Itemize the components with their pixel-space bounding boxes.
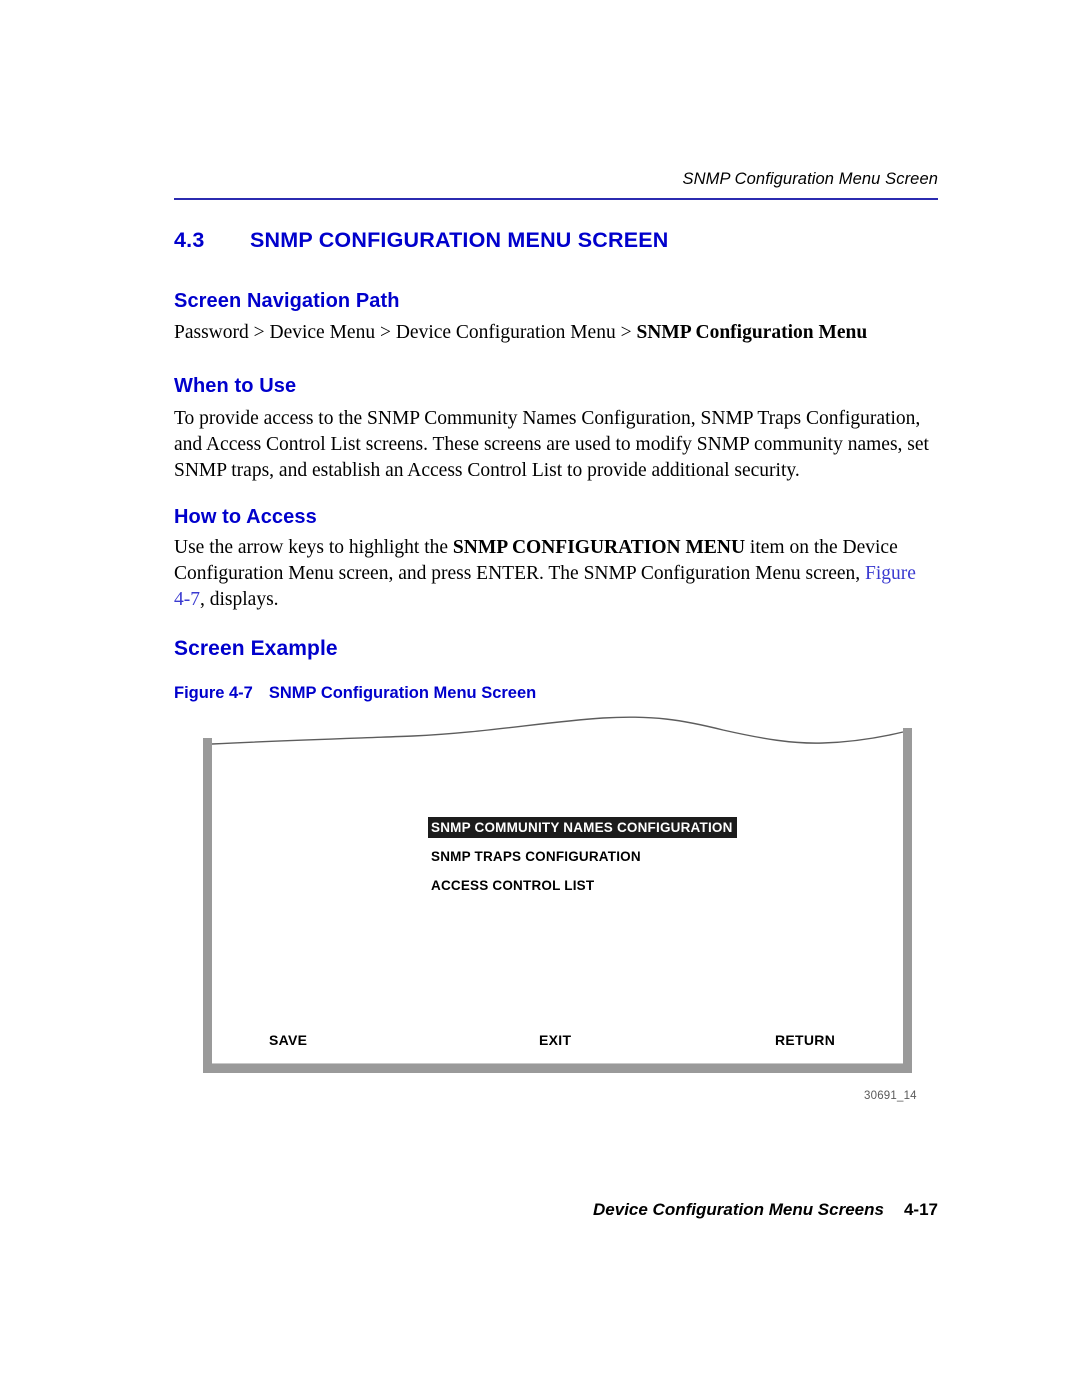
how-to-access-body: Use the arrow keys to highlight the SNMP… xyxy=(174,535,934,613)
terminal-action-row: SAVE EXIT RETURN xyxy=(203,1032,915,1052)
menu-row: SNMP COMMUNITY NAMES CONFIGURATION xyxy=(428,817,737,846)
breadcrumb-current: SNMP Configuration Menu xyxy=(636,322,868,343)
save-button[interactable]: SAVE xyxy=(269,1032,307,1048)
figure-caption: Figure 4-7 SNMP Configuration Menu Screen xyxy=(174,684,536,703)
figure-id-label: 30691_14 xyxy=(864,1090,917,1102)
heading-when-to-use: When to Use xyxy=(174,375,297,397)
document-page: SNMP Configuration Menu Screen 4.3 SNMP C… xyxy=(0,0,1080,1397)
menu-item-access-control-list[interactable]: ACCESS CONTROL LIST xyxy=(428,875,598,896)
breadcrumb-prefix: Password > Device Menu > Device Configur… xyxy=(174,322,637,343)
terminal-screen-content: SNMP COMMUNITY NAMES CONFIGURATION SNMP … xyxy=(203,712,915,1090)
section-number: 4.3 xyxy=(174,228,205,252)
figure-caption-title: SNMP Configuration Menu Screen xyxy=(268,684,537,702)
menu-item-snmp-community-names-configuration[interactable]: SNMP COMMUNITY NAMES CONFIGURATION xyxy=(428,817,737,838)
page-footer: Device Configuration Menu Screens 4-17 xyxy=(174,1200,938,1220)
heading-screen-example: Screen Example xyxy=(174,637,338,660)
footer-title: Device Configuration Menu Screens xyxy=(593,1200,884,1219)
header-rule xyxy=(174,198,938,200)
return-button[interactable]: RETURN xyxy=(775,1032,835,1048)
terminal-menu-list: SNMP COMMUNITY NAMES CONFIGURATION SNMP … xyxy=(428,817,737,904)
menu-row: ACCESS CONTROL LIST xyxy=(428,875,737,904)
page-title: 4.3 SNMP CONFIGURATION MENU SCREEN xyxy=(174,228,669,253)
menu-row: SNMP TRAPS CONFIGURATION xyxy=(428,846,737,875)
figure-caption-number: Figure 4-7 xyxy=(174,684,253,702)
exit-button[interactable]: EXIT xyxy=(539,1032,571,1048)
menu-item-snmp-traps-configuration[interactable]: SNMP TRAPS CONFIGURATION xyxy=(428,846,645,867)
how-to-access-emphasis: SNMP CONFIGURATION MENU xyxy=(452,537,746,558)
heading-how-to-access: How to Access xyxy=(174,506,317,528)
figure-terminal-screen: SNMP COMMUNITY NAMES CONFIGURATION SNMP … xyxy=(203,712,915,1090)
section-title: SNMP CONFIGURATION MENU SCREEN xyxy=(250,228,669,252)
running-head: SNMP Configuration Menu Screen xyxy=(682,170,938,188)
heading-screen-navigation-path: Screen Navigation Path xyxy=(174,290,400,312)
how-to-access-part3: , displays. xyxy=(200,589,279,610)
footer-page-number: 4-17 xyxy=(903,1200,938,1219)
when-to-use-body: To provide access to the SNMP Community … xyxy=(174,408,929,481)
breadcrumb: Password > Device Menu > Device Configur… xyxy=(174,320,944,346)
how-to-access-part1: Use the arrow keys to highlight the xyxy=(174,537,453,558)
